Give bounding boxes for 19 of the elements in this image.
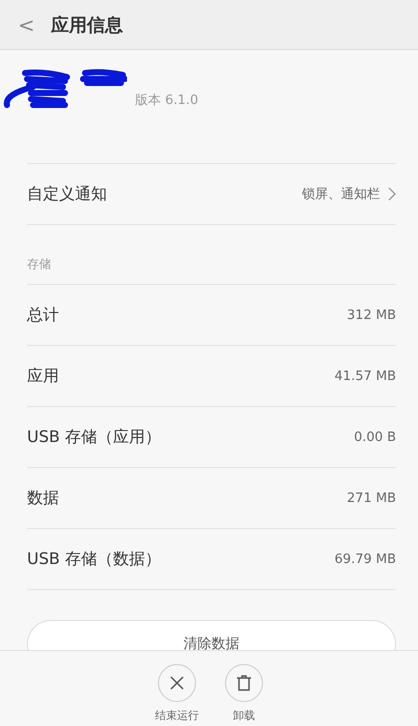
- back-button[interactable]: <: [18, 12, 35, 36]
- storage-label: 总计: [27, 304, 59, 326]
- trash-icon: [236, 675, 252, 691]
- storage-value: 0.00 B: [354, 430, 396, 444]
- storage-value: 69.79 MB: [334, 552, 396, 566]
- storage-value: 312 MB: [346, 308, 396, 322]
- storage-value: 271 MB: [346, 490, 396, 506]
- version-text: 版本 6.1.0: [135, 92, 198, 109]
- close-icon: [169, 675, 185, 691]
- storage-value: 41.57 MB: [334, 368, 396, 384]
- page-title: 应用信息: [50, 14, 123, 36]
- storage-label: USB 存储（应用）: [27, 426, 161, 448]
- storage-label: USB 存储（数据）: [27, 548, 161, 570]
- storage-label: 数据: [27, 488, 59, 508]
- chevron-right-icon: [388, 187, 396, 201]
- clear-data-button[interactable]: 清除数据: [27, 620, 396, 650]
- notification-row[interactable]: 自定义通知 锁屏、通知栏: [27, 163, 396, 224]
- storage-label: 应用: [27, 366, 59, 386]
- section-heading: 存储: [27, 256, 51, 273]
